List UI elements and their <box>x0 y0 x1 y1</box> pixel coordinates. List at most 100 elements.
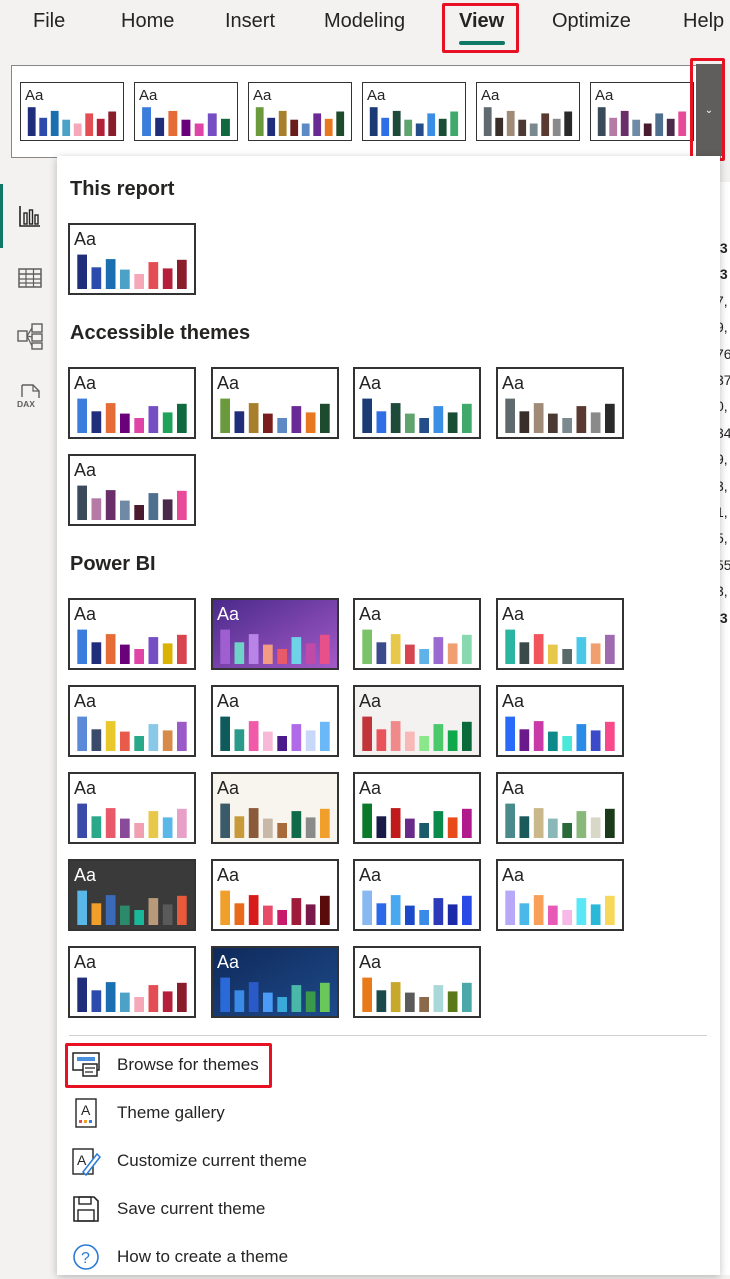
powerbi-theme-5[interactable]: Aa <box>68 685 196 757</box>
thumb-bar <box>291 637 302 664</box>
thumb-bar <box>576 811 587 838</box>
thumb-bar <box>220 716 230 751</box>
thumb-bar <box>73 123 82 136</box>
thumb-bar <box>263 905 273 925</box>
powerbi-theme-12[interactable]: Aa <box>496 772 624 844</box>
thumb-aa-label: Aa <box>74 865 97 885</box>
thumb-aa-label: Aa <box>359 373 382 393</box>
powerbi-theme-3[interactable]: Aa <box>353 598 481 670</box>
dax-query-view-icon[interactable]: DAX <box>16 382 44 410</box>
powerbi-theme-15[interactable]: Aa <box>353 859 481 931</box>
menu-home[interactable]: Home <box>121 10 174 33</box>
thumb-bar <box>263 818 273 838</box>
report-view-icon[interactable] <box>16 202 44 230</box>
how-to-create-label: How to create a theme <box>117 1247 289 1266</box>
ribbon-theme-6[interactable]: Aa <box>590 82 694 141</box>
menu-modeling[interactable]: Modeling <box>324 10 405 33</box>
ribbon-theme-4[interactable]: Aa <box>362 82 466 141</box>
thumb-bar <box>419 910 429 925</box>
thumb-bar <box>390 895 401 925</box>
thumb-bar <box>255 107 264 136</box>
model-view-icon[interactable] <box>16 322 44 350</box>
left-navigation: DAX <box>0 182 57 1275</box>
powerbi-theme-14[interactable]: Aa <box>211 859 339 931</box>
thumb-bar <box>305 643 316 664</box>
thumb-bar <box>678 111 687 136</box>
thumb-aa-label: Aa <box>74 373 97 393</box>
thumb-bar <box>177 808 187 838</box>
thumb-bar <box>105 490 116 520</box>
thumb-bar <box>248 403 259 433</box>
accessible-theme-3[interactable]: Aa <box>353 367 481 439</box>
ribbon-theme-5[interactable]: Aa <box>476 82 580 141</box>
powerbi-theme-19[interactable]: Aa <box>353 946 481 1018</box>
ribbon-theme-1[interactable]: Aa <box>20 82 124 141</box>
thumb-bar <box>120 413 130 433</box>
accessible-theme-4[interactable]: Aa <box>496 367 624 439</box>
powerbi-theme-18[interactable]: Aa <box>211 946 339 1018</box>
powerbi-theme-4[interactable]: Aa <box>496 598 624 670</box>
thumb-bar <box>277 418 287 433</box>
thumb-bar <box>77 803 87 838</box>
thumb-bar <box>290 119 299 136</box>
thumb-bar <box>376 903 387 925</box>
table-view-icon[interactable] <box>16 264 44 292</box>
thumb-bar <box>305 817 316 838</box>
thumb-bar <box>177 982 187 1012</box>
accessible-theme-2[interactable]: Aa <box>211 367 339 439</box>
thumb-bar <box>462 895 472 925</box>
menu-optimize[interactable]: Optimize <box>552 10 631 33</box>
help-icon: ? <box>70 1241 102 1273</box>
save-current-theme-button[interactable]: Save current theme <box>70 1187 370 1231</box>
thumb-bar <box>91 729 102 751</box>
theme-ribbon-gallery: Aa Aa Aa Aa Aa Aa <box>11 65 721 158</box>
powerbi-theme-6[interactable]: Aa <box>211 685 339 757</box>
theme-gallery-link[interactable]: A Theme gallery <box>70 1091 370 1135</box>
thumb-bar <box>220 890 230 925</box>
powerbi-theme-2[interactable]: Aa <box>211 598 339 670</box>
menu-insert[interactable]: Insert <box>225 10 275 33</box>
thumb-bar <box>362 716 372 751</box>
thumb-bar <box>134 997 144 1012</box>
thumb-bar <box>552 118 561 136</box>
highlight-box-browse <box>65 1043 272 1088</box>
thumb-bar <box>91 990 102 1012</box>
thumb-bar <box>390 403 401 433</box>
thumb-bar <box>433 724 444 751</box>
ribbon-theme-2[interactable]: Aa <box>134 82 238 141</box>
thumb-aa-label: Aa <box>74 460 97 480</box>
powerbi-theme-13[interactable]: Aa <box>68 859 196 931</box>
thumb-bar <box>590 643 601 664</box>
accessible-theme-1[interactable]: Aa <box>68 367 196 439</box>
thumb-aa-label: Aa <box>359 952 382 972</box>
thumb-bar <box>405 413 415 433</box>
powerbi-theme-8[interactable]: Aa <box>496 685 624 757</box>
menu-file[interactable]: File <box>33 10 65 33</box>
accessible-theme-5[interactable]: Aa <box>68 454 196 526</box>
thumb-bar <box>234 816 245 838</box>
powerbi-theme-16[interactable]: Aa <box>496 859 624 931</box>
this-report-theme-1[interactable]: Aa <box>68 223 196 295</box>
thumb-bar <box>447 991 458 1012</box>
powerbi-theme-9[interactable]: Aa <box>68 772 196 844</box>
how-to-create-theme-link[interactable]: ? How to create a theme <box>70 1235 370 1279</box>
highlight-box-view <box>442 3 519 53</box>
powerbi-theme-1[interactable]: Aa <box>68 598 196 670</box>
powerbi-theme-10[interactable]: Aa <box>211 772 339 844</box>
powerbi-theme-7[interactable]: Aa <box>353 685 481 757</box>
thumb-bar <box>248 982 259 1012</box>
menu-help[interactable]: Help <box>683 10 724 33</box>
thumb-bar <box>427 113 436 136</box>
thumb-aa-label: Aa <box>217 952 240 972</box>
powerbi-theme-11[interactable]: Aa <box>353 772 481 844</box>
thumb-bar <box>541 113 550 136</box>
powerbi-theme-17[interactable]: Aa <box>68 946 196 1018</box>
ribbon-theme-3[interactable]: Aa <box>248 82 352 141</box>
thumb-bar <box>313 113 322 136</box>
theme-gallery-icon: A <box>70 1097 102 1129</box>
thumb-aa-label: Aa <box>217 865 240 885</box>
thumb-bar <box>405 644 415 664</box>
thumb-bar <box>248 808 259 838</box>
thumb-bar <box>576 724 587 751</box>
customize-current-theme-button[interactable]: A Customize current theme <box>70 1139 370 1183</box>
